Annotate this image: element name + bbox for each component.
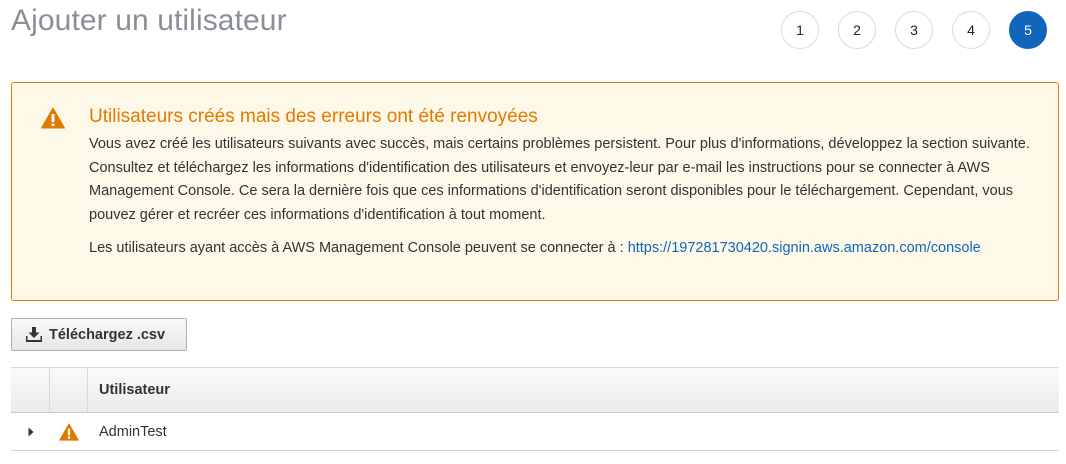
alert-title: Utilisateurs créés mais des erreurs ont … [89,106,538,127]
alert-body-text: Vous avez créé les utilisateurs suivants… [89,136,1030,223]
console-signin-info: Les utilisateurs ayant accès à AWS Manag… [89,240,981,256]
warning-icon [59,422,79,441]
row-status [50,422,88,441]
console-signin-link[interactable]: https://197281730420.signin.aws.amazon.c… [628,240,981,256]
wizard-steps: 1 2 3 4 5 [781,11,1047,49]
add-user-page: Ajouter un utilisateur 1 2 3 4 5 Utilisa… [0,0,1066,464]
warning-icon [41,107,65,129]
column-header-user[interactable]: Utilisateur [88,368,1059,412]
warning-alert: Utilisateurs créés mais des erreurs ont … [11,82,1059,301]
row-user-name: AdminTest [99,423,167,440]
page-title: Ajouter un utilisateur [11,4,287,37]
alert-message: Vous avez créé les utilisateurs suivants… [89,133,1039,227]
caret-right-icon [28,427,33,436]
wizard-step-1[interactable]: 1 [781,11,819,49]
column-header-status [50,368,88,412]
download-icon [26,327,42,342]
table-row[interactable]: AdminTest [11,413,1059,451]
wizard-step-3[interactable]: 3 [895,11,933,49]
download-csv-button[interactable]: Téléchargez .csv [11,318,187,351]
wizard-step-4[interactable]: 4 [952,11,990,49]
download-csv-label: Téléchargez .csv [49,326,166,343]
column-header-expand [11,368,50,412]
row-expand-toggle[interactable] [11,427,50,437]
wizard-step-5[interactable]: 5 [1009,11,1047,49]
table-header: Utilisateur [11,367,1059,413]
wizard-step-2[interactable]: 2 [838,11,876,49]
users-table: Utilisateur AdminTest [11,367,1059,451]
console-signin-text: Les utilisateurs ayant accès à AWS Manag… [89,240,624,256]
